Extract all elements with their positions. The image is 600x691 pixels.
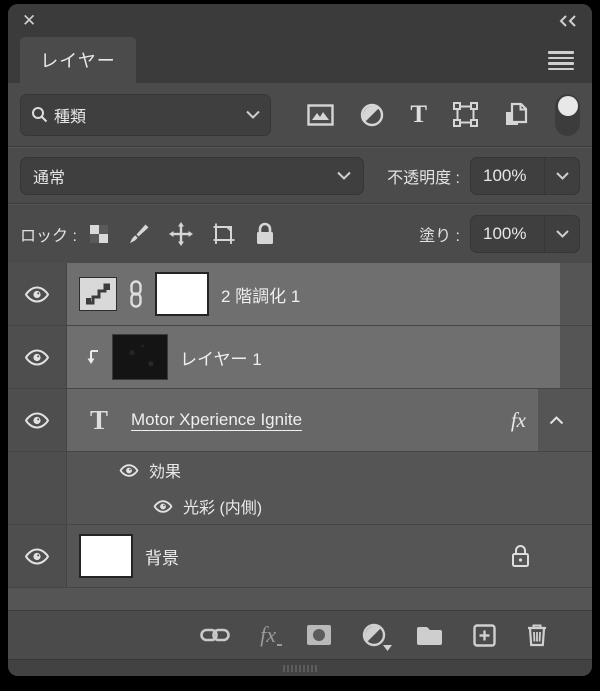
lock-transparency-icon[interactable] [89, 224, 109, 244]
opacity-label: 不透明度 : [387, 169, 460, 187]
chevron-down-icon [246, 110, 261, 119]
type-layer-filter-icon[interactable]: T [410, 101, 427, 129]
tab-layers-label: レイヤー [40, 51, 116, 71]
layer-name[interactable]: レイヤー 1 [180, 345, 262, 370]
opacity-dropdown-icon[interactable] [544, 157, 579, 194]
fill-field[interactable]: 100% [470, 215, 580, 253]
effect-visibility-eye-icon[interactable] [119, 463, 139, 477]
visibility-toggle[interactable] [8, 389, 67, 451]
new-layer-icon[interactable] [473, 623, 496, 647]
lock-artboard-icon[interactable] [212, 222, 236, 246]
filter-type-value: 種類 [54, 108, 87, 126]
mask-link-icon[interactable] [129, 280, 143, 308]
blend-mode-select[interactable]: 通常 [20, 156, 364, 195]
layers-panel: ✕ レイヤー 種類 T 通常 不透明度: 100% ロック: 塗り: 10… [8, 4, 592, 676]
adjustment-layer-filter-icon[interactable] [360, 103, 384, 127]
new-group-folder-icon[interactable] [416, 625, 443, 646]
blend-mode-row: 通常 不透明度 : 100% [8, 148, 592, 203]
filter-toggle[interactable] [555, 93, 580, 136]
eye-column-spacer [8, 452, 67, 488]
panel-resize-grip[interactable] [8, 659, 592, 676]
blend-mode-value: 通常 [33, 169, 66, 187]
effects-group-label[interactable]: 効果 [149, 458, 181, 482]
layer-row-text[interactable]: T Motor Xperience Ignite fx [8, 389, 592, 452]
eye-column-spacer [8, 488, 67, 524]
eye-icon [24, 285, 50, 303]
fill-value: 100% [483, 224, 527, 243]
layer-name[interactable]: Motor Xperience Ignite [131, 410, 302, 430]
clipping-mask-arrow-icon [87, 349, 100, 365]
layer-name[interactable]: 背景 [145, 544, 179, 569]
layer-thumbnail[interactable] [79, 534, 133, 578]
lock-label: ロック : [20, 228, 77, 245]
chevron-down-icon [337, 171, 351, 180]
layer-fx-badge[interactable]: fx [511, 408, 526, 433]
panel-menu-icon[interactable] [548, 51, 574, 70]
eye-icon [24, 411, 50, 429]
layer-controls: 種類 T 通常 不透明度: 100% ロック: 塗り: 100% [8, 83, 592, 263]
effects-group-row[interactable]: 効果 [8, 452, 592, 488]
visibility-toggle[interactable] [8, 326, 67, 388]
lock-pixels-brush-icon[interactable] [128, 223, 150, 245]
effect-name[interactable]: 光彩 (内側) [183, 494, 262, 518]
new-adjustment-layer-icon[interactable] [362, 623, 392, 651]
lock-position-icon[interactable] [168, 222, 193, 246]
layer-row-layer1[interactable]: レイヤー 1 [8, 326, 592, 389]
effect-row-inner-glow[interactable]: 光彩 (内側) [8, 488, 592, 524]
close-icon[interactable]: ✕ [22, 12, 36, 29]
layer-row-background[interactable]: 背景 [8, 525, 592, 588]
shape-layer-filter-icon[interactable] [453, 102, 478, 127]
chevron-down-icon [383, 645, 392, 651]
layer-style-fx-icon[interactable]: fx [260, 622, 282, 648]
visibility-toggle[interactable] [8, 525, 67, 587]
search-icon [31, 106, 48, 123]
tab-layers[interactable]: レイヤー [20, 37, 136, 83]
background-lock-icon[interactable] [511, 544, 530, 568]
layers-list: 2 階調化 1 レイヤー 1 T Motor Xperience Ignite … [8, 263, 592, 610]
pixel-layer-filter-icon[interactable] [307, 103, 335, 126]
filter-row: 種類 T [8, 83, 592, 146]
panel-titlebar: ✕ [8, 4, 592, 37]
lock-row: ロック : 塗り : 100% [8, 205, 592, 263]
collapse-effects-icon[interactable] [549, 389, 564, 451]
effect-visibility-eye-icon[interactable] [153, 499, 173, 513]
text-layer-thumbnail[interactable]: T [79, 405, 119, 436]
layers-bottom-toolbar: fx [8, 610, 592, 659]
eye-icon [24, 348, 50, 366]
layer-row-threshold[interactable]: 2 階調化 1 [8, 263, 592, 326]
fill-label: 塗り : [419, 228, 460, 245]
fill-dropdown-icon[interactable] [544, 216, 579, 252]
smart-object-filter-icon[interactable] [504, 102, 529, 127]
layer-mask-thumbnail[interactable] [155, 272, 209, 316]
lock-all-icon[interactable] [255, 222, 275, 246]
delete-layer-trash-icon[interactable] [526, 623, 548, 647]
eye-icon [24, 547, 50, 565]
layer-name[interactable]: 2 階調化 1 [221, 282, 300, 307]
collapse-panel-icon[interactable] [558, 14, 578, 27]
link-layers-icon[interactable] [200, 627, 230, 643]
add-layer-mask-icon[interactable] [306, 624, 332, 646]
opacity-field[interactable]: 100% [470, 156, 580, 195]
filter-type-select[interactable]: 種類 [20, 93, 272, 136]
layer-thumbnail[interactable] [112, 334, 168, 380]
adjustment-thumbnail[interactable] [79, 277, 117, 311]
tab-strip: レイヤー [8, 37, 592, 83]
visibility-toggle[interactable] [8, 263, 67, 325]
opacity-value: 100% [483, 165, 527, 185]
